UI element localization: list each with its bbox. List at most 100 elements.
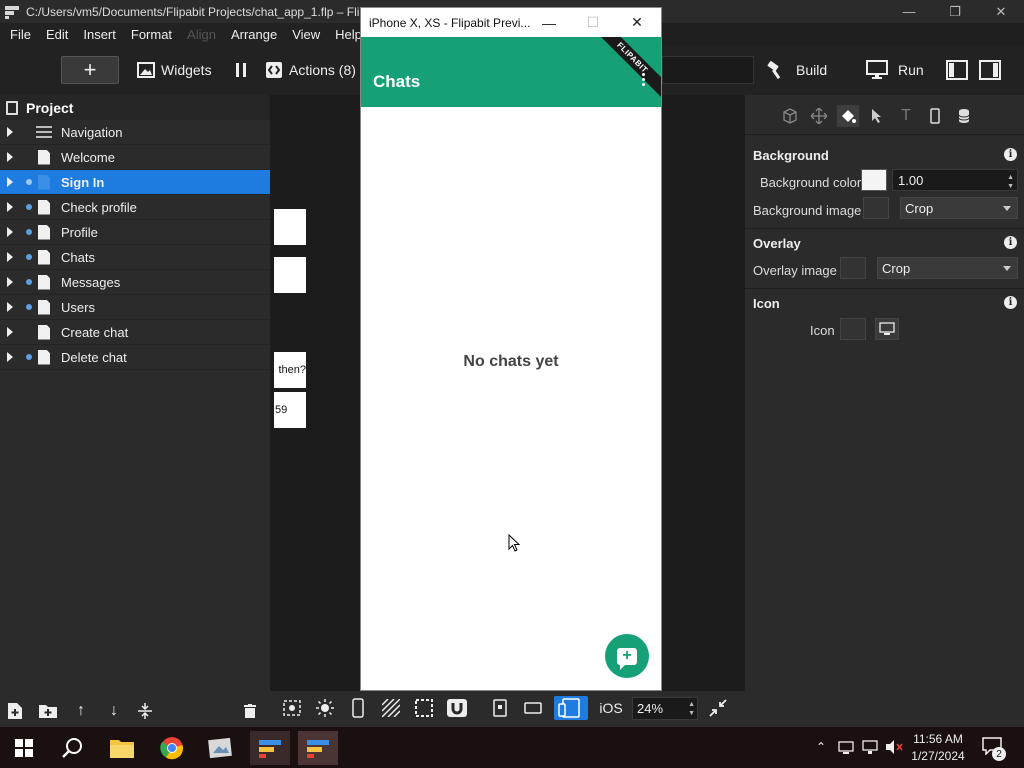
- icon-picker-button[interactable]: [875, 318, 899, 340]
- brightness-icon[interactable]: [313, 696, 337, 720]
- more-menu-icon[interactable]: [642, 73, 646, 88]
- monitor-tray-icon[interactable]: [862, 739, 878, 758]
- close-button[interactable]: ✕: [978, 0, 1024, 23]
- menu-format[interactable]: Format: [121, 27, 177, 42]
- overlay-image-mode-select[interactable]: Crop: [877, 257, 1018, 279]
- screenshot-icon[interactable]: [280, 696, 304, 720]
- canvas-widget-card[interactable]: [274, 257, 306, 293]
- expand-arrow-icon[interactable]: [7, 177, 13, 187]
- opacity-spinner-icon[interactable]: ▲ ▼: [1007, 173, 1014, 191]
- expand-arrow-icon[interactable]: [7, 302, 13, 312]
- build-button[interactable]: Build: [766, 56, 827, 84]
- expand-arrow-icon[interactable]: [7, 152, 13, 162]
- tree-item-delete-chat[interactable]: Delete chat: [0, 345, 270, 370]
- canvas-widget-card[interactable]: [274, 209, 306, 245]
- expand-arrow-icon[interactable]: [7, 202, 13, 212]
- new-chat-button[interactable]: +: [605, 634, 649, 678]
- volume-muted-icon[interactable]: [885, 739, 903, 758]
- platform-selector[interactable]: iOS: [597, 696, 625, 720]
- cube-icon[interactable]: [779, 105, 801, 127]
- trash-icon[interactable]: [240, 701, 260, 721]
- preview-minimize-button[interactable]: —: [527, 8, 571, 37]
- background-opacity-field[interactable]: 1.00 ▲ ▼: [892, 169, 1018, 191]
- canvas-widget-card[interactable]: then?: [274, 352, 306, 388]
- tree-item-users[interactable]: Users: [0, 295, 270, 320]
- text-icon[interactable]: T: [895, 105, 917, 127]
- portrait-orientation-icon[interactable]: [488, 696, 512, 720]
- collapse-all-icon[interactable]: [135, 701, 155, 721]
- landscape-orientation-icon[interactable]: [521, 696, 545, 720]
- tree-item-chats[interactable]: Chats: [0, 245, 270, 270]
- image-viewer-icon[interactable]: [200, 731, 240, 765]
- move-up-icon[interactable]: ↑: [71, 701, 91, 721]
- info-icon[interactable]: i: [1004, 148, 1017, 161]
- tree-item-profile[interactable]: Profile: [0, 220, 270, 245]
- canvas-widget-card[interactable]: 59: [274, 392, 306, 428]
- minimize-button[interactable]: —: [886, 0, 932, 23]
- menu-view[interactable]: View: [282, 27, 325, 42]
- expand-arrow-icon[interactable]: [7, 127, 13, 137]
- phone-icon[interactable]: [924, 105, 946, 127]
- add-folder-icon[interactable]: [38, 701, 58, 721]
- hatch-pattern-icon[interactable]: [379, 696, 403, 720]
- info-icon[interactable]: i: [1004, 236, 1017, 249]
- link-dot-icon: [26, 229, 32, 235]
- taskbar-time[interactable]: 11:56 AM: [906, 732, 970, 746]
- toggle-left-panel-button[interactable]: [946, 56, 968, 84]
- zoom-field[interactable]: 24% ▲ ▼: [632, 697, 698, 720]
- zoom-spinner-icon[interactable]: ▲ ▼: [688, 700, 695, 718]
- database-icon[interactable]: [953, 105, 975, 127]
- maximize-button[interactable]: ❐: [932, 0, 978, 23]
- expand-arrow-icon[interactable]: [7, 227, 13, 237]
- tree-item-check-profile[interactable]: Check profile: [0, 195, 270, 220]
- tree-item-welcome[interactable]: Welcome: [0, 145, 270, 170]
- paint-bucket-icon[interactable]: [837, 105, 859, 127]
- tree-item-sign-in[interactable]: Sign In: [0, 170, 270, 195]
- toggle-right-panel-button[interactable]: [979, 56, 1001, 84]
- info-icon[interactable]: i: [1004, 296, 1017, 309]
- background-image-swatch[interactable]: [863, 197, 889, 219]
- expand-arrow-icon[interactable]: [7, 252, 13, 262]
- flipabit-preview-taskbar-icon[interactable]: [298, 731, 338, 765]
- pause-button[interactable]: [235, 56, 247, 84]
- run-button[interactable]: Run: [866, 56, 924, 84]
- selection-icon[interactable]: [412, 696, 436, 720]
- menu-edit[interactable]: Edit: [36, 27, 73, 42]
- background-image-mode-select[interactable]: Crop: [900, 197, 1018, 219]
- network-icon[interactable]: [838, 739, 854, 758]
- expand-arrow-icon[interactable]: [7, 352, 13, 362]
- add-page-button[interactable]: +: [61, 56, 119, 84]
- menu-arrange[interactable]: Arrange: [221, 27, 282, 42]
- chrome-icon[interactable]: [152, 731, 192, 765]
- chevron-up-icon[interactable]: ⌃: [816, 740, 826, 754]
- tree-item-navigation[interactable]: Navigation: [0, 120, 270, 145]
- taskbar-date[interactable]: 1/27/2024: [906, 749, 970, 763]
- snap-magnet-icon[interactable]: [445, 696, 469, 720]
- tablet-device-icon[interactable]: [554, 696, 588, 720]
- overlay-image-swatch[interactable]: [840, 257, 866, 279]
- build-label: Build: [796, 62, 828, 78]
- app-header-title: Chats: [373, 72, 421, 91]
- windows-start-icon[interactable]: [4, 731, 44, 765]
- move-down-icon[interactable]: ↓: [104, 701, 124, 721]
- tree-item-messages[interactable]: Messages: [0, 270, 270, 295]
- menu-file[interactable]: File: [0, 27, 36, 42]
- flipabit-taskbar-icon[interactable]: [250, 731, 290, 765]
- move-icon[interactable]: [808, 105, 830, 127]
- menu-insert[interactable]: Insert: [73, 27, 121, 42]
- cursor-icon[interactable]: [866, 105, 888, 127]
- tree-item-create-chat[interactable]: Create chat: [0, 320, 270, 345]
- device-frame-icon[interactable]: [346, 696, 370, 720]
- file-explorer-icon[interactable]: [102, 731, 142, 765]
- add-page-icon[interactable]: [5, 701, 25, 721]
- icon-swatch[interactable]: [840, 318, 866, 340]
- expand-arrow-icon[interactable]: [7, 277, 13, 287]
- search-field[interactable]: [662, 56, 754, 84]
- shrink-icon[interactable]: [706, 696, 730, 720]
- preview-close-button[interactable]: ✕: [615, 8, 659, 37]
- actions-button[interactable]: Actions (8): [265, 56, 356, 84]
- background-color-swatch[interactable]: [861, 169, 887, 191]
- expand-arrow-icon[interactable]: [7, 327, 13, 337]
- widgets-button[interactable]: Widgets: [137, 56, 212, 84]
- search-icon[interactable]: [52, 731, 92, 765]
